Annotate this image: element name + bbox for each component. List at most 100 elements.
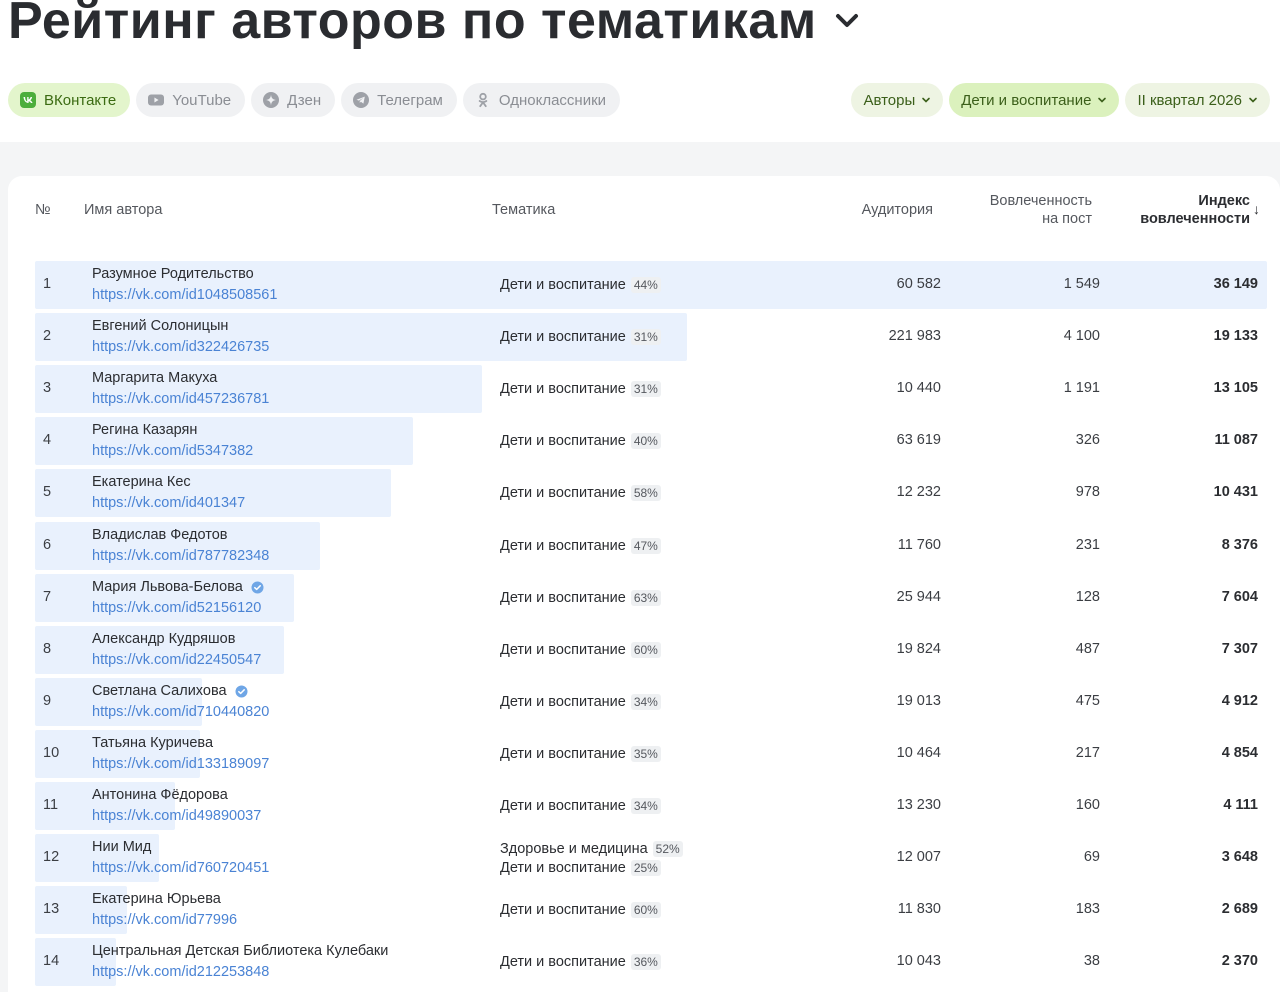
tab-vkontakte[interactable]: ВКонтакте <box>8 83 131 117</box>
tab-label: Телеграм <box>377 91 443 109</box>
author-name-text: Разумное Родительство <box>92 266 254 282</box>
index-value: 11 087 <box>1214 432 1258 448</box>
author-profile-link[interactable]: https://vk.com/id22450547 <box>92 652 261 668</box>
row-number: 9 <box>43 693 52 709</box>
topic-share-badge: 25% <box>630 859 661 876</box>
author-profile-link[interactable]: https://vk.com/id457236781 <box>92 391 269 407</box>
index-value: 10 431 <box>1213 484 1258 500</box>
author-name[interactable]: Разумное Родительство <box>92 266 254 282</box>
author-name[interactable]: Татьяна Куричева <box>92 735 213 751</box>
topic-list: Дети и воспитание 31% <box>500 313 661 361</box>
author-name[interactable]: Антонина Фёдорова <box>92 787 228 803</box>
topic-share-badge: 34% <box>630 694 661 710</box>
table-row[interactable]: 2 Евгений Солоницын https://vk.com/id32242… <box>35 313 1267 361</box>
author-profile-link[interactable]: https://vk.com/id710440820 <box>92 704 269 720</box>
topic-item: Дети и воспитание 44% <box>500 277 661 293</box>
author-profile-link[interactable]: https://vk.com/id5347382 <box>92 443 253 459</box>
author-name-text: Мария Львова-Белова <box>92 579 243 595</box>
author-name[interactable]: Александр Кудряшов <box>92 631 235 647</box>
audience-value: 10 464 <box>896 745 941 761</box>
topic-list: Дети и воспитание 35% <box>500 730 661 778</box>
engagement-value: 231 <box>1075 537 1100 553</box>
author-profile-link[interactable]: https://vk.com/id760720451 <box>92 860 269 876</box>
author-profile-link[interactable]: https://vk.com/id77996 <box>92 912 237 928</box>
author-name[interactable]: Светлана Салихова <box>92 683 248 699</box>
table-row[interactable]: 11 Антонина Фёдорова https://vk.com/id4989… <box>35 782 1267 830</box>
author-profile-link[interactable]: https://vk.com/id133189097 <box>92 756 269 772</box>
table-row[interactable]: 7 Мария Львова-Белова https://vk.com/id521… <box>35 574 1267 622</box>
table-row[interactable]: 3 Маргарита Макуха https://vk.com/id457236… <box>35 365 1267 413</box>
table-row[interactable]: 13 Екатерина Юрьева https://vk.com/id77996… <box>35 886 1267 934</box>
topic-share-badge: 40% <box>630 433 661 449</box>
table-row[interactable]: 8 Александр Кудряшов https://vk.com/id2245… <box>35 626 1267 674</box>
author-profile-link[interactable]: https://vk.com/id1048508561 <box>92 287 277 303</box>
author-name[interactable]: Екатерина Кес <box>92 474 191 490</box>
author-name-text: Екатерина Юрьева <box>92 891 221 907</box>
sort-desc-icon[interactable]: ↓ <box>1253 200 1260 218</box>
table-row[interactable]: 6 Владислав Федотов https://vk.com/id78778… <box>35 522 1267 570</box>
header-engagement[interactable]: Вовлеченность на пост <box>990 192 1092 228</box>
table-row[interactable]: 10 Татьяна Куричева https://vk.com/id13318… <box>35 730 1267 778</box>
topic-name: Дети и воспитание <box>500 746 626 762</box>
author-name[interactable]: Екатерина Юрьева <box>92 891 221 907</box>
table-row[interactable]: 1 Разумное Родительство https://vk.com/id1… <box>35 261 1267 309</box>
table-row[interactable]: 4 Регина Казарян https://vk.com/id5347382 Д… <box>35 417 1267 465</box>
author-profile-link[interactable]: https://vk.com/id787782348 <box>92 548 269 564</box>
author-name[interactable]: Маргарита Макуха <box>92 370 217 386</box>
table-row[interactable]: 9 Светлана Салихова https://vk.com/id71044… <box>35 678 1267 726</box>
row-number: 11 <box>43 797 59 813</box>
author-name[interactable]: Мария Львова-Белова <box>92 579 264 595</box>
tab-label: Дзен <box>287 91 322 109</box>
index-value: 4 111 <box>1223 797 1258 813</box>
tab-telegram[interactable]: Телеграм <box>341 83 457 117</box>
topic-dropdown[interactable]: Дети и воспитание <box>949 83 1120 117</box>
author-name[interactable]: Евгений Солоницын <box>92 318 228 334</box>
topic-list: Дети и воспитание 36% <box>500 938 661 986</box>
author-name[interactable]: Нии Мид <box>92 839 151 855</box>
topic-list: Дети и воспитание 31% <box>500 365 661 413</box>
author-name-text: Центральная Детская Библиотека Кулебаки <box>92 943 389 959</box>
header-audience[interactable]: Аудитория <box>862 201 933 219</box>
author-profile-link[interactable]: https://vk.com/id212253848 <box>92 964 269 980</box>
chevron-down-icon[interactable] <box>833 7 861 35</box>
index-value: 13 105 <box>1213 380 1258 396</box>
header-engagement-line2: на пост <box>1042 211 1092 227</box>
period-dropdown[interactable]: II квартал 2026 <box>1125 83 1270 117</box>
engagement-value: 475 <box>1075 693 1100 709</box>
topic-name: Дети и воспитание <box>500 381 626 397</box>
topic-share-badge: 36% <box>630 954 661 970</box>
topic-item: Дети и воспитание 31% <box>500 381 661 397</box>
topic-item: Дети и воспитание 36% <box>500 954 661 970</box>
author-profile-link[interactable]: https://vk.com/id401347 <box>92 495 245 511</box>
topic-item: Дети и воспитание 34% <box>500 798 661 814</box>
topic-list: Дети и воспитание 44% <box>500 261 661 309</box>
table-row[interactable]: 14 Центральная Детская Библиотека Кулебак… <box>35 938 1267 986</box>
author-profile-link[interactable]: https://vk.com/id49890037 <box>92 808 261 824</box>
topic-share-badge: 60% <box>630 902 661 918</box>
index-value: 7 307 <box>1221 641 1258 657</box>
topic-share-badge: 44% <box>630 277 661 293</box>
tab-dzen[interactable]: Дзен <box>251 83 336 117</box>
topic-name: Здоровье и медицина <box>500 840 648 857</box>
author-profile-link[interactable]: https://vk.com/id322426735 <box>92 339 269 355</box>
table-row[interactable]: 12 Нии Мид https://vk.com/id760720451 Здоро… <box>35 834 1267 882</box>
author-profile-link[interactable]: https://vk.com/id52156120 <box>92 600 261 616</box>
topic-share-badge: 34% <box>630 798 661 814</box>
header-index-line1: Индекс <box>1198 193 1250 209</box>
audience-value: 12 007 <box>896 849 941 865</box>
audience-value: 11 760 <box>897 537 941 553</box>
author-name[interactable]: Центральная Детская Библиотека Кулебаки <box>92 943 388 959</box>
author-name[interactable]: Регина Казарян <box>92 422 197 438</box>
tab-odnoklassniki[interactable]: Одноклассники <box>462 83 621 117</box>
topic-list: Дети и воспитание 40% <box>500 417 661 465</box>
author-name[interactable]: Владислав Федотов <box>92 527 227 543</box>
entity-type-dropdown[interactable]: Авторы <box>851 83 944 117</box>
tab-youtube[interactable]: YouTube <box>136 83 246 117</box>
header-author[interactable]: Имя автора <box>84 201 162 219</box>
author-name-text: Маргарита Макуха <box>92 370 218 386</box>
header-topic[interactable]: Тематика <box>492 201 555 219</box>
row-number: 8 <box>43 641 52 657</box>
header-index[interactable]: Индекс вовлеченности <box>1140 192 1250 228</box>
topic-name: Дети и воспитание <box>500 642 626 658</box>
table-row[interactable]: 5 Екатерина Кес https://vk.com/id401347 Дет… <box>35 469 1267 517</box>
